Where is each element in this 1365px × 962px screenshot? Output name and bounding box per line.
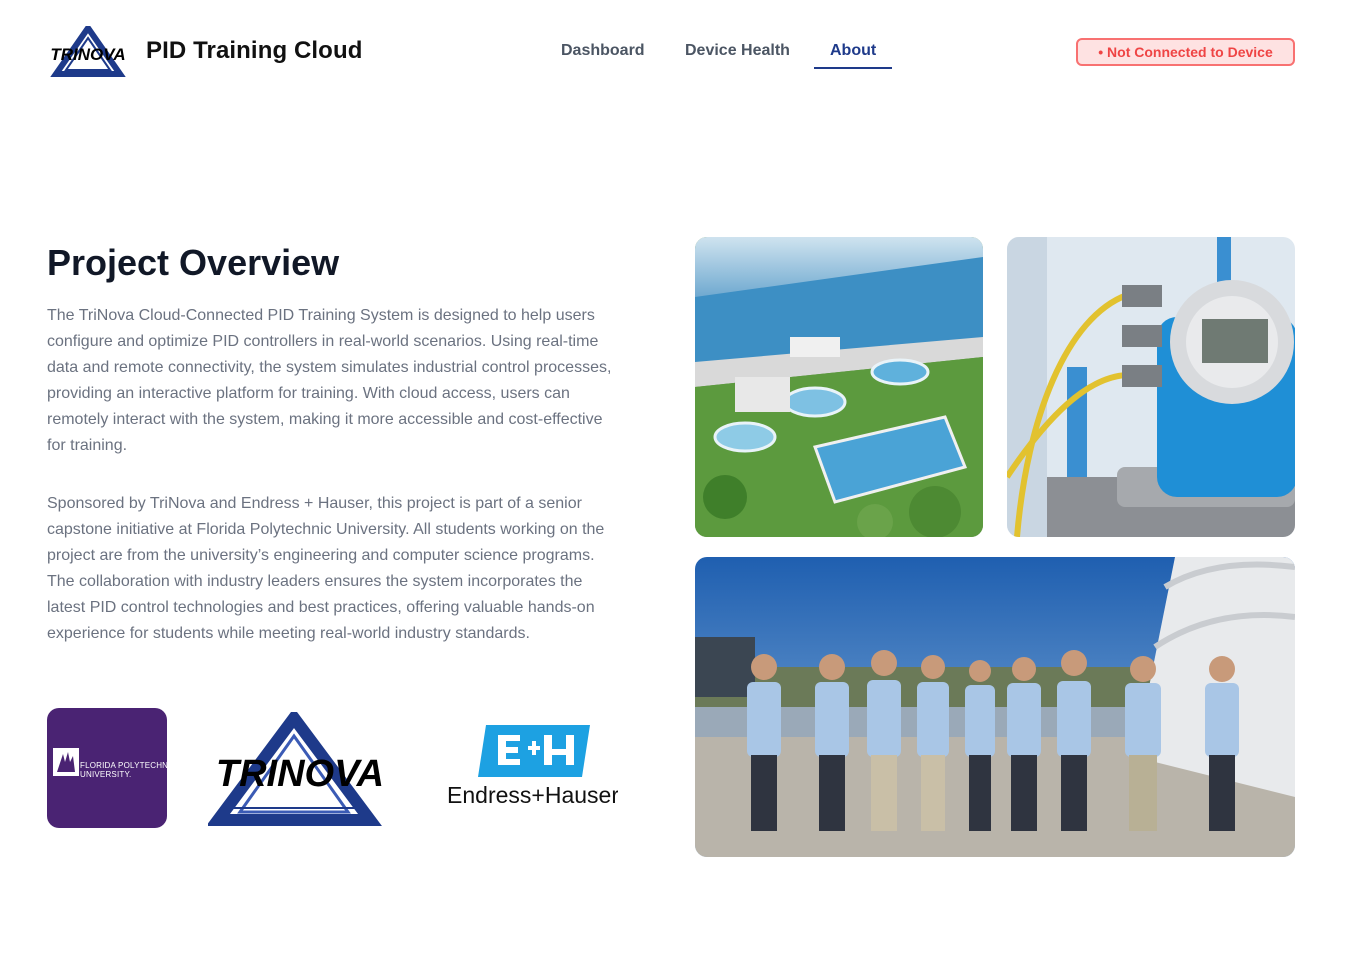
logo-text: TRINOVA [50,45,125,64]
trinova-logo-icon[interactable]: TRINOVA [48,26,128,78]
sponsor-paragraph: Sponsored by TriNova and Endress + Hause… [47,495,605,642]
endress-hauser-logo-icon: Endress+Hauser [448,725,618,808]
top-header: TRINOVA PID Training Cloud Dashboard Dev… [0,0,1365,104]
overview-paragraph: The TriNova Cloud-Connected PID Training… [47,307,612,454]
page-title: Project Overview [47,242,340,283]
fpu-name-line1: FLORIDA POLYTECHNIC [80,761,177,770]
fpu-name: FLORIDA POLYTECHNIC UNIVERSITY. [80,761,177,779]
nav-about[interactable]: About [830,42,876,60]
fpu-logo-icon [53,748,79,776]
endress-hauser-text: Endress+Hauser [448,782,618,808]
trinova-sponsor-logo: TRINOVA [208,712,384,826]
fpu-name-line2: UNIVERSITY. [80,770,132,779]
nav-dashboard[interactable]: Dashboard [561,42,645,60]
connection-status-badge: • Not Connected to Device [1076,38,1295,66]
nav-device-health[interactable]: Device Health [685,42,790,60]
app-title: PID Training Cloud [146,37,363,64]
water-treatment-plant-image [695,237,983,537]
flow-meter-image [1007,237,1295,537]
active-nav-indicator [814,67,892,69]
trinova-sponsor-text: TRINOVA [216,753,384,795]
team-photo-image [695,557,1295,857]
